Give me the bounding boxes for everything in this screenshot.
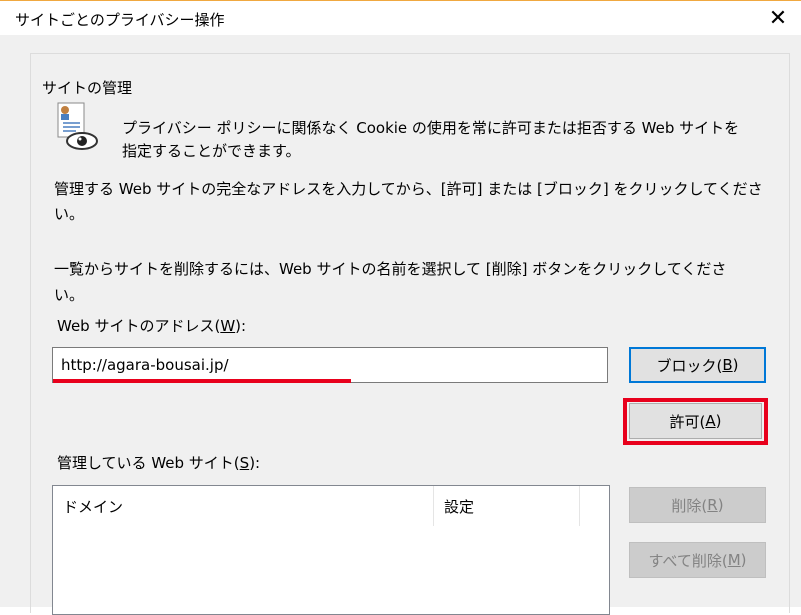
address-input[interactable] <box>52 347 608 383</box>
close-button[interactable]: ✕ <box>755 1 801 35</box>
managed-sites-label: 管理している Web サイト(S): <box>57 454 261 472</box>
instruction-remove-line-2: い。 <box>54 286 85 304</box>
close-icon: ✕ <box>768 5 788 31</box>
column-divider[interactable] <box>579 486 580 526</box>
info-text-line-2: 指定することができます。 <box>122 142 301 160</box>
remove-button[interactable]: 削除(R) <box>629 487 766 523</box>
column-header-domain[interactable]: ドメイン <box>63 486 433 526</box>
remove-all-button[interactable]: すべて削除(M) <box>629 542 766 578</box>
annotation-highlight-box <box>623 398 768 445</box>
info-text-line-1: プライバシー ポリシーに関係なく Cookie の使用を常に許可または拒否する … <box>122 119 740 137</box>
block-button[interactable]: ブロック(B) <box>629 347 766 383</box>
column-divider[interactable] <box>433 486 434 526</box>
instruction-add-line-1: 管理する Web サイトの完全なアドレスを入力してから、[許可] または [ブロ… <box>54 180 763 198</box>
dialog-title: サイトごとのプライバシー操作 <box>15 11 225 29</box>
privacy-eye-icon <box>52 101 100 153</box>
group-legend: サイトの管理 <box>38 77 137 98</box>
title-bar: サイトごとのプライバシー操作 ✕ <box>0 1 801 35</box>
address-label: Web サイトのアドレス(W): <box>57 317 247 335</box>
instruction-remove-line-1: 一覧からサイトを削除するには、Web サイトの名前を選択して [削除] ボタンを… <box>54 260 727 278</box>
annotation-underline <box>53 379 351 383</box>
instruction-add-line-2: い。 <box>54 205 85 223</box>
column-header-setting[interactable]: 設定 <box>444 486 574 526</box>
managed-sites-list[interactable]: ドメイン 設定 <box>52 485 610 615</box>
privacy-dialog: サイトごとのプライバシー操作 ✕ サイトの管理 プライバシー ポリシーに関係なく… <box>0 0 801 615</box>
